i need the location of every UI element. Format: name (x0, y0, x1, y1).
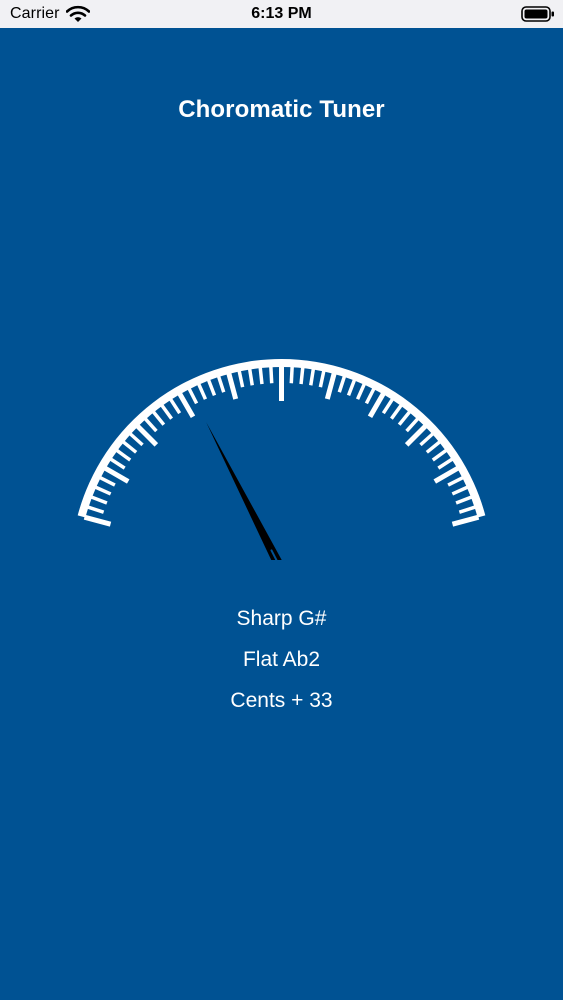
gauge-tick (367, 392, 386, 418)
battery-icon (521, 6, 554, 22)
gauge-tick (451, 514, 480, 527)
gauge-tick (299, 366, 305, 385)
gauge-tick (216, 375, 226, 393)
gauge-tick (121, 440, 138, 454)
gauge-tick (433, 465, 460, 484)
gauge-tick (103, 465, 130, 484)
gauge-tick (309, 368, 316, 386)
status-time: 6:13 PM (251, 5, 312, 22)
page-title: Choromatic Tuner (178, 96, 385, 123)
gauge-tick (346, 378, 357, 397)
status-bar: Carrier 6:13 PM (0, 0, 563, 28)
flat-note-label: Flat Ab2 (242, 648, 321, 671)
gauge-tick (318, 370, 326, 388)
gauge-tick (431, 448, 448, 462)
gauge-tick (258, 366, 264, 385)
tuner-gauge (77, 359, 486, 560)
tuner-screen: Choromatic Tuner Sharp G# Flat Ab2 Cents… (0, 28, 563, 1000)
gauge-tick (247, 368, 254, 386)
gauge-tick (94, 485, 112, 496)
gauge-tick (226, 372, 239, 400)
readouts: Sharp G# Flat Ab2 Cents + 33 (0, 598, 563, 721)
gauge-ticks (83, 366, 480, 527)
screen: Carrier 6:13 PM Choromatic Tuner Sharp G… (0, 0, 563, 1000)
gauge-tick (425, 440, 442, 454)
cents-label: Cents + 33 (230, 689, 333, 712)
gauge-tick (289, 366, 294, 384)
gauge-tick (109, 457, 126, 470)
gauge-tick (196, 382, 208, 400)
gauge-tick (364, 387, 376, 405)
gauge-tick (419, 432, 435, 447)
gauge-tick (151, 410, 166, 426)
gauge-tick (90, 495, 108, 505)
sharp-note-label: Sharp G# (236, 607, 327, 630)
gauge-tick (160, 403, 173, 420)
gauge-tick (381, 397, 395, 415)
gauge-tick (324, 372, 337, 400)
needle-pointer (206, 422, 282, 560)
gauge-tick (437, 457, 454, 470)
gauge-tick (177, 392, 196, 418)
gauge-tick (390, 403, 403, 420)
gauge-tick (83, 514, 112, 527)
gauge-tick (355, 382, 367, 400)
gauge-tick (337, 375, 347, 393)
gauge-tick (168, 397, 182, 415)
gauge-tick (98, 475, 116, 487)
gauge-tick (458, 505, 477, 514)
gauge-tick (455, 495, 473, 505)
gauge-tick (86, 505, 105, 514)
gauge-needle (206, 422, 282, 560)
gauge-tick (115, 448, 132, 462)
gauge-tick (447, 475, 465, 487)
gauge-tick (128, 432, 144, 447)
gauge-tick (237, 370, 245, 388)
gauge-tick (143, 417, 158, 433)
gauge-tick (405, 417, 420, 433)
gauge-tick (206, 378, 217, 397)
gauge-tick (269, 366, 274, 384)
gauge-tick (187, 387, 199, 405)
gauge-tick (451, 485, 469, 496)
gauge-tick (397, 410, 412, 426)
